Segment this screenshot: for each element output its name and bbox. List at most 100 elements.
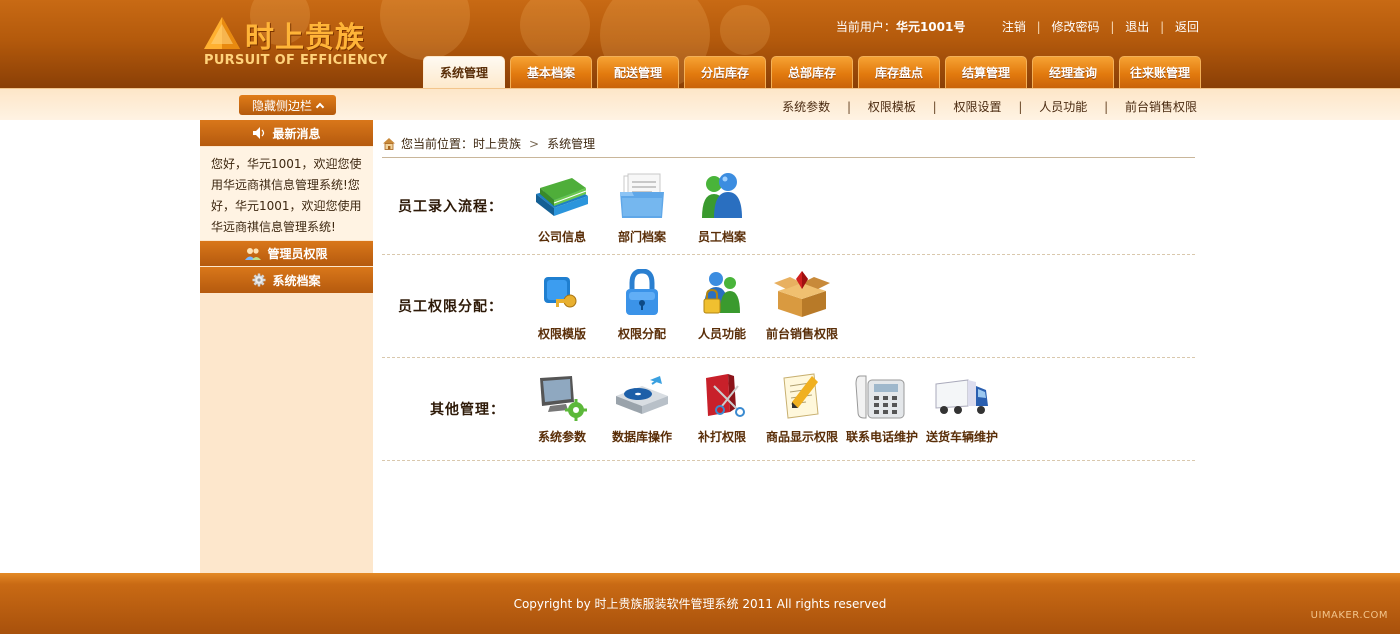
item-label: 数据库操作 — [611, 430, 672, 444]
divider: | — [1104, 100, 1109, 114]
header: 时上贵族 PURSUIT OF EFFICIENCY 当前用户：华元1001号 … — [0, 0, 1400, 88]
news-text: 您好，华元1001，欢迎您使用华远商祺信息管理系统!您好，华元1001，欢迎您使… — [200, 147, 373, 241]
breadcrumb-prefix: 您当前位置： — [401, 137, 474, 151]
users-icon — [245, 247, 262, 260]
item-label: 员工档案 — [697, 230, 746, 244]
watermark-text: UIMAKER.COM — [1310, 610, 1388, 621]
news-header: 最新消息 — [200, 120, 373, 147]
user-bar: 当前用户：华元1001号 注销 | 修改密码 | 退出 | 返回 — [836, 18, 1199, 35]
home-icon — [383, 138, 395, 150]
item-label: 权限分配 — [617, 327, 666, 341]
hide-sidebar-label: 隐藏侧边栏 — [251, 98, 312, 113]
breadcrumb: 您当前位置： 时上贵族 > 系统管理 — [382, 130, 1195, 158]
logo-slogan: PURSUIT OF EFFICIENCY — [204, 53, 388, 68]
folder-icon — [620, 173, 664, 218]
header-bokeh — [520, 0, 590, 60]
item-grid: 公司信息 部门档案 员工档案 — [510, 172, 774, 245]
main-nav-tabs: 系统管理 基本档案 配送管理 分店库存 总部库存 库存盘点 结算管理 经理查询 … — [423, 56, 1201, 88]
tab-settlement[interactable]: 结算管理 — [945, 56, 1027, 88]
truck-icon — [935, 379, 988, 414]
delivery-vehicle-item[interactable]: 送货车辆维护 — [910, 372, 1014, 445]
current-user-name: 华元1001号 — [895, 20, 966, 34]
tab-delivery-management[interactable]: 配送管理 — [597, 56, 679, 88]
item-label: 系统参数 — [537, 430, 586, 444]
sub-link-permission-template[interactable]: 权限模板 — [868, 100, 916, 114]
footer: Copyright by 时上贵族服装软件管理系统 2011 All right… — [0, 573, 1400, 634]
item-grid: 权限模版 权限分配 人员功能 前台销售权限 — [510, 269, 854, 342]
news-title: 最新消息 — [272, 126, 321, 141]
sidebar: 最新消息 您好，华元1001，欢迎您使用华远商祺信息管理系统!您好，华元1001… — [200, 120, 373, 573]
sub-link-system-params[interactable]: 系统参数 — [782, 100, 830, 114]
sidebar-item-label: 系统档案 — [272, 273, 321, 288]
tab-accounts[interactable]: 往来账管理 — [1119, 56, 1201, 88]
tab-system-management[interactable]: 系统管理 — [423, 56, 505, 88]
item-label: 人员功能 — [697, 327, 746, 341]
front-sales-permission-item[interactable]: 前台销售权限 — [750, 269, 854, 342]
divider: | — [932, 100, 937, 114]
item-label: 补打权限 — [697, 430, 746, 444]
breadcrumb-item[interactable]: 时上贵族 — [473, 135, 521, 152]
chevron-right-icon: > — [529, 136, 540, 151]
key-icon — [544, 277, 577, 308]
change-password-link[interactable]: 修改密码 — [1052, 20, 1100, 34]
tab-stocktaking[interactable]: 库存盘点 — [858, 56, 940, 88]
header-bokeh — [380, 0, 470, 60]
logo-pyramid-icon — [204, 17, 240, 49]
sub-nav-links: 系统参数 | 权限模板 | 权限设置 | 人员功能 | 前台销售权限 — [782, 98, 1197, 115]
sidebar-item-system-archives[interactable]: 系统档案 — [200, 267, 373, 294]
item-grid: 系统参数 数据库操作 补打权限 商品显示权限 联系电话维护 送货车辆维护 — [510, 372, 1014, 445]
copyright-text: Copyright by 时上贵族服装软件管理系统 2011 All right… — [513, 597, 887, 611]
section-other-management: 其他管理： 系统参数 数据库操作 补打权限 商品显示权限 联系电话维护 送货车辆… — [382, 358, 1195, 461]
section-title: 其他管理： — [430, 402, 505, 418]
scissors-icon — [706, 374, 745, 417]
gift-box-icon — [774, 271, 830, 317]
divider — [987, 20, 991, 34]
monitor-gear-icon — [540, 376, 587, 421]
section-title: 员工权限分配： — [398, 299, 503, 315]
divider: | — [1160, 20, 1165, 34]
current-user-label: 当前用户： — [835, 20, 896, 34]
item-label: 公司信息 — [537, 230, 586, 244]
header-bokeh — [720, 5, 770, 55]
sub-nav-bar: 隐藏侧边栏 系统参数 | 权限模板 | 权限设置 | 人员功能 | 前台销售权限 — [0, 88, 1400, 120]
divider: | — [1036, 20, 1041, 34]
lock-icon — [626, 269, 658, 315]
breadcrumb-item: 系统管理 — [547, 137, 596, 151]
tab-manager-query[interactable]: 经理查询 — [1032, 56, 1114, 88]
books-icon — [536, 178, 588, 216]
logo-title: 时上贵族 — [245, 20, 366, 54]
tab-basic-archives[interactable]: 基本档案 — [510, 56, 592, 88]
divider: | — [846, 100, 851, 114]
sidebar-item-admin-permissions[interactable]: 管理员权限 — [200, 240, 373, 267]
telephone-icon — [855, 375, 905, 419]
item-label: 权限模版 — [537, 327, 586, 341]
main-content: 您当前位置： 时上贵族 > 系统管理 员工录入流程： 公司信息 部门档案 员工档… — [382, 130, 1195, 570]
tab-hq-inventory[interactable]: 总部库存 — [771, 56, 853, 88]
back-link[interactable]: 返回 — [1175, 20, 1199, 34]
staff-archive-item[interactable]: 员工档案 — [670, 172, 774, 245]
person-icon — [702, 173, 742, 218]
divider: | — [1110, 20, 1115, 34]
sub-link-staff-functions[interactable]: 人员功能 — [1039, 100, 1087, 114]
hide-sidebar-button[interactable]: 隐藏侧边栏 — [239, 95, 336, 115]
item-label: 联系电话维护 — [845, 430, 918, 444]
logo[interactable]: 时上贵族 PURSUIT OF EFFICIENCY — [203, 14, 393, 74]
logout-link[interactable]: 注销 — [1002, 20, 1026, 34]
notepad-pencil-icon — [783, 373, 819, 419]
item-label: 部门档案 — [617, 230, 666, 244]
item-label: 前台销售权限 — [765, 327, 838, 341]
section-title: 员工录入流程： — [398, 199, 503, 215]
sidebar-item-label: 管理员权限 — [267, 247, 328, 261]
sub-link-permission-settings[interactable]: 权限设置 — [954, 100, 1002, 114]
divider: | — [1018, 100, 1023, 114]
exit-link[interactable]: 退出 — [1125, 20, 1149, 34]
section-staff-permissions: 员工权限分配： 权限模版 权限分配 人员功能 前台销售权限 — [382, 255, 1195, 358]
section-staff-entry: 员工录入流程： 公司信息 部门档案 员工档案 — [382, 158, 1195, 255]
tab-branch-inventory[interactable]: 分店库存 — [684, 56, 766, 88]
item-label: 商品显示权限 — [765, 430, 838, 444]
item-label: 送货车辆维护 — [925, 430, 998, 444]
disc-drive-icon — [616, 376, 668, 414]
speaker-icon — [253, 127, 265, 139]
sub-link-front-sales-permission[interactable]: 前台销售权限 — [1125, 100, 1197, 114]
people-lock-icon — [703, 272, 740, 314]
